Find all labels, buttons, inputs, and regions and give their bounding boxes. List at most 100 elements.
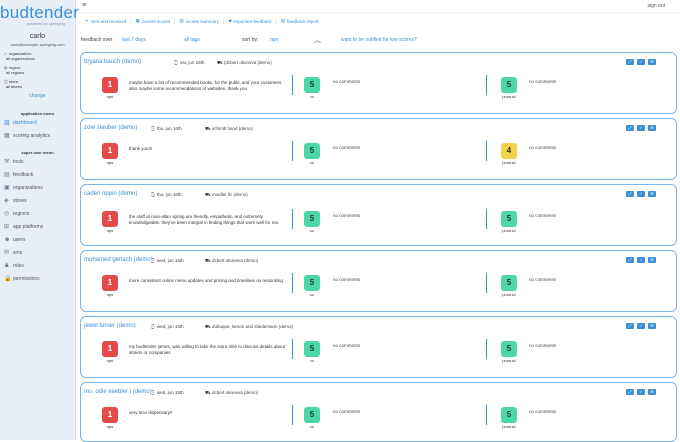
product-no-comments: no comments bbox=[529, 145, 557, 150]
message-icon[interactable]: ✉ bbox=[648, 257, 656, 263]
change-link[interactable]: change bbox=[0, 93, 75, 99]
store-icon: ⛟ bbox=[205, 390, 211, 395]
cs-score-badge: 5 bbox=[304, 341, 320, 357]
clock-icon: ⌚ bbox=[150, 126, 156, 131]
tab-label: scores summary bbox=[185, 18, 219, 24]
expand-icon[interactable]: ⤢ bbox=[626, 125, 634, 131]
tab-feedback-report[interactable]: ▤ feedback report bbox=[281, 18, 319, 24]
sidebar-item-permissions[interactable]: 🔒 permissions bbox=[0, 272, 75, 285]
customer-name-link[interactable]: zoie steuber (demo) bbox=[84, 125, 137, 131]
message-icon[interactable]: ✉ bbox=[648, 59, 656, 65]
card-actions: ⤢ ✓ ✉ bbox=[626, 257, 656, 263]
sidebar-item-users[interactable]: ☻ users bbox=[0, 233, 75, 246]
product-no-comments: no comments bbox=[529, 277, 557, 282]
check-icon[interactable]: ✓ bbox=[637, 323, 645, 329]
sidebar-item-scoring-analytics[interactable]: ▦ scoring analytics bbox=[0, 129, 75, 142]
divider bbox=[486, 273, 487, 293]
user-email: carlo@example-springbig.com bbox=[10, 42, 65, 47]
divider bbox=[292, 273, 293, 293]
sidebar-item-organizations[interactable]: ▣ organizations bbox=[0, 181, 75, 194]
user-name: carlo bbox=[29, 33, 46, 40]
tab-important-feedback[interactable]: ◀ important feedback bbox=[228, 18, 272, 24]
tags-select[interactable]: all tags bbox=[184, 37, 200, 43]
card-actions: ⤢ ✓ ✉ bbox=[626, 59, 656, 65]
check-icon[interactable]: ✓ bbox=[637, 389, 645, 395]
expand-icon[interactable]: ⤢ bbox=[626, 323, 634, 329]
cs-score-badge: 5 bbox=[304, 407, 320, 423]
card-actions: ⤢ ✓ ✉ bbox=[626, 125, 656, 131]
product-score-badge: 5 bbox=[501, 211, 517, 227]
check-icon[interactable]: ✓ bbox=[637, 125, 645, 131]
sidebar-item-label: organizations bbox=[13, 184, 43, 191]
store-text: schmitt hand (demo) bbox=[211, 126, 253, 131]
sort-select[interactable]: nps bbox=[270, 37, 278, 43]
expand-icon[interactable]: ⤢ bbox=[626, 257, 634, 263]
application-menu: ▥ dashboard ▦ scoring analytics bbox=[0, 116, 75, 142]
customer-name-link[interactable]: bryana bauch (demo) bbox=[84, 59, 141, 65]
sort-direction-icon[interactable]: ︿ bbox=[314, 35, 321, 45]
scope-value: all organizations bbox=[6, 56, 35, 61]
expand-icon[interactable]: ⤢ bbox=[626, 59, 634, 65]
store-name: ⛟ moeller llc (demo) bbox=[205, 192, 248, 199]
dashboard-icon: ▥ bbox=[4, 120, 10, 126]
low-score-notify-link[interactable]: want to be notified for low scores? bbox=[341, 37, 417, 43]
date-text: wed, jun 15th bbox=[156, 258, 184, 263]
hamburger-icon[interactable]: ≡ bbox=[82, 2, 86, 9]
store-icon: ⛟ bbox=[217, 60, 223, 65]
feedback-date: ⌚ thu, jun 16th bbox=[150, 126, 182, 132]
feedback-card: mohamed gerlach (demo) ⌚ wed, jun 15th ⛟ d… bbox=[80, 250, 677, 312]
customer-name-link[interactable]: jewel turner (demo) bbox=[84, 323, 136, 329]
divider bbox=[486, 209, 487, 229]
cs-no-comments: no comments bbox=[333, 145, 361, 150]
customer-name-link[interactable]: ms. odie keebler i (demo) bbox=[84, 389, 152, 395]
check-icon[interactable]: ✓ bbox=[637, 59, 645, 65]
sidebar-item-label: permissions bbox=[13, 275, 40, 282]
feedback-card: caden rippin (demo) ⌚ thu, jun 16th ⛟ moel… bbox=[80, 184, 677, 246]
sidebar-item-stores[interactable]: ◈ stores bbox=[0, 194, 75, 207]
sidebar-item-label: sms bbox=[13, 249, 23, 256]
sidebar-item-sms[interactable]: ✉ sms bbox=[0, 246, 75, 259]
sidebar-item-regions[interactable]: ◎ regions bbox=[0, 207, 75, 220]
message-icon[interactable]: ✉ bbox=[648, 389, 656, 395]
tab-current-scores[interactable]: ▦ current scores bbox=[135, 18, 170, 24]
cs-label: cs bbox=[310, 94, 314, 99]
budtender-logo[interactable]: budtender bbox=[0, 3, 79, 23]
message-icon[interactable]: ✉ bbox=[648, 191, 656, 197]
sidebar-item-dashboard[interactable]: ▥ dashboard bbox=[0, 116, 75, 129]
sidebar-item-tools[interactable]: ⚒ tools bbox=[0, 155, 75, 168]
store-name: ⛟ schmitt hand (demo) bbox=[205, 126, 253, 133]
customer-name-link[interactable]: caden rippin (demo) bbox=[84, 191, 137, 197]
nps-label: nps bbox=[106, 160, 114, 165]
sidebar-item-feedback[interactable]: ▤ feedback bbox=[0, 168, 75, 181]
cs-score-badge: 5 bbox=[304, 211, 320, 227]
feedback-date: ⌚ sat, jun 18th bbox=[173, 60, 204, 66]
message-icon[interactable]: ✉ bbox=[648, 323, 656, 329]
sidebar-item-roles[interactable]: ♟ roles bbox=[0, 259, 75, 272]
expand-icon[interactable]: ⤢ bbox=[626, 389, 634, 395]
nps-label: nps bbox=[106, 358, 114, 363]
tab-label: feedback report bbox=[287, 18, 319, 24]
message-icon[interactable]: ✉ bbox=[648, 125, 656, 131]
date-text: wed, jun 15th bbox=[156, 324, 184, 329]
customer-name-link[interactable]: mohamed gerlach (demo) bbox=[84, 257, 153, 263]
product-no-comments: no comments bbox=[529, 79, 557, 84]
tab-sent-and-received[interactable]: ✈ sent and received bbox=[85, 18, 126, 24]
check-icon[interactable]: ✓ bbox=[637, 257, 645, 263]
sidebar-item-app-platforms[interactable]: ⊞ app platforms bbox=[0, 220, 75, 233]
nps-score-badge: 1 bbox=[102, 407, 118, 423]
period-select[interactable]: last 7 days bbox=[122, 37, 146, 43]
chart-icon: ▥ bbox=[179, 18, 184, 23]
feedback-date: ⌚ wed, jun 15th bbox=[150, 390, 184, 396]
check-icon[interactable]: ✓ bbox=[637, 191, 645, 197]
clock-icon: ⌚ bbox=[150, 192, 156, 197]
tab-label: current scores bbox=[141, 18, 171, 24]
report-icon: ▤ bbox=[280, 18, 286, 23]
feedback-date: ⌚ thu, jun 16th bbox=[150, 192, 182, 198]
tab-scores-summary[interactable]: ▥ scores summary bbox=[179, 18, 218, 24]
expand-icon[interactable]: ⤢ bbox=[626, 191, 634, 197]
divider bbox=[486, 405, 487, 425]
report-tabs: ✈ sent and received | ▦ current scores | ▥ scor… bbox=[76, 16, 680, 26]
divider bbox=[292, 339, 293, 359]
tab-separator: | bbox=[275, 18, 277, 24]
sign-out-link[interactable]: sign out bbox=[647, 3, 665, 9]
